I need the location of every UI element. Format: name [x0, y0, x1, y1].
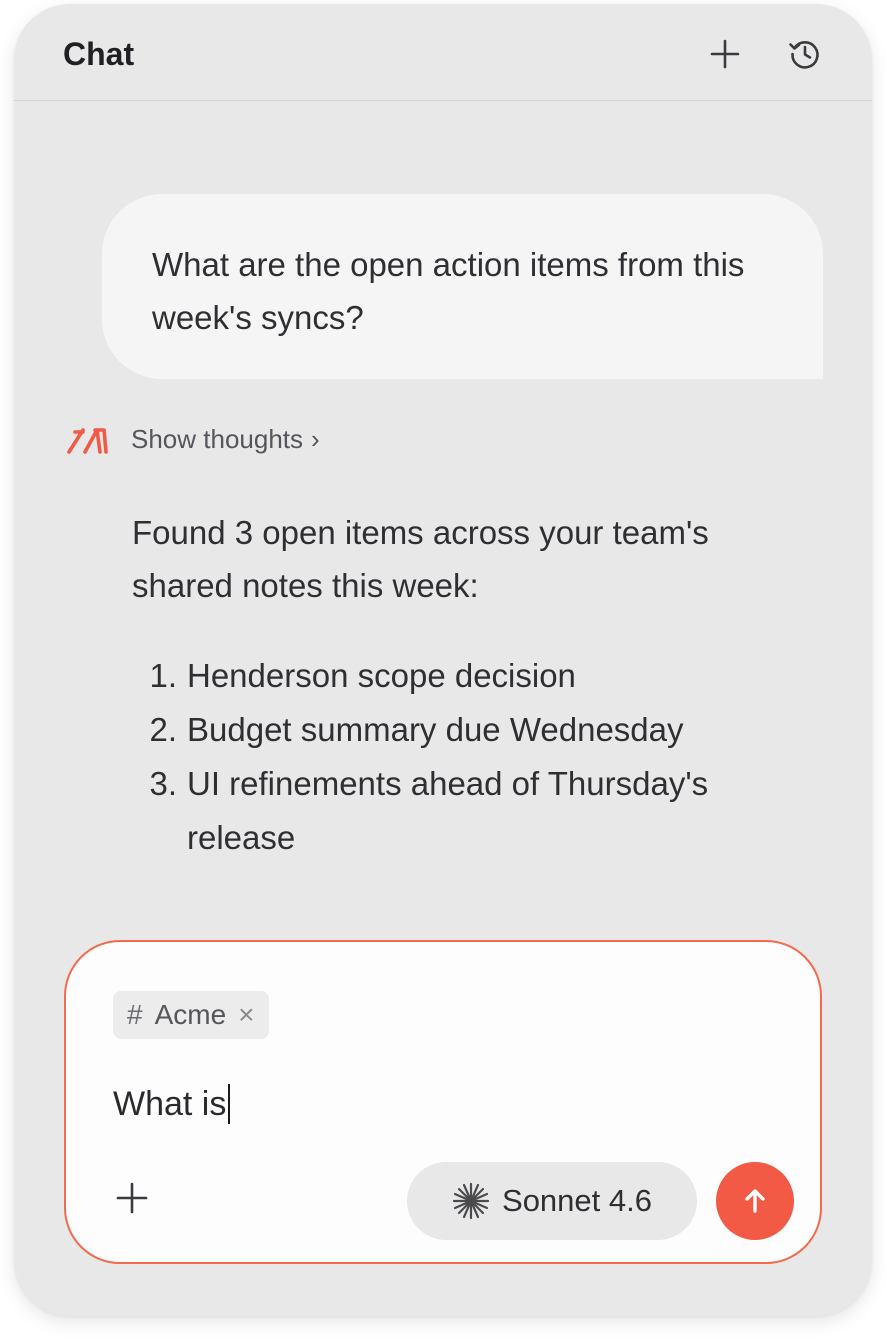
list-item-number: 3.	[149, 765, 177, 802]
list-item-number: 2.	[149, 711, 177, 748]
hash-icon: #	[127, 999, 143, 1030]
list-item-text: Henderson scope decision	[187, 657, 576, 694]
arrow-up-icon	[745, 1189, 765, 1213]
add-attachment-button[interactable]	[114, 1180, 150, 1216]
new-chat-button[interactable]	[705, 34, 745, 74]
context-chip[interactable]: # Acme ×	[113, 991, 269, 1039]
show-thoughts-toggle[interactable]: Show thoughts ›	[66, 424, 320, 455]
history-icon	[789, 41, 819, 69]
chat-header: Chat	[14, 4, 872, 101]
model-label: Sonnet 4.6	[502, 1183, 652, 1218]
page-title: Chat	[63, 36, 135, 72]
model-selector-button[interactable]: Sonnet 4.6	[407, 1162, 697, 1240]
chat-panel: Chat What are the open action items from…	[14, 4, 872, 1316]
plus-icon	[710, 39, 740, 69]
list-item-text: UI refinements ahead of Thursday's relea…	[187, 765, 709, 856]
show-thoughts-label: Show thoughts	[131, 424, 304, 454]
history-button[interactable]	[785, 34, 825, 74]
assistant-answer-intro: Found 3 open items across your team's sh…	[132, 514, 709, 604]
plus-icon	[116, 1182, 148, 1214]
context-chip-label: Acme	[154, 999, 227, 1030]
assistant-logo-icon	[67, 427, 108, 454]
close-icon[interactable]: ×	[238, 999, 254, 1031]
list-item: 3. UI refinements ahead of Thursday's re…	[132, 757, 812, 865]
message-input[interactable]: What is	[113, 1084, 231, 1124]
text-caret	[228, 1084, 231, 1124]
message-input-value: What is	[113, 1084, 227, 1123]
user-message-bubble: What are the open action items from this…	[102, 194, 823, 379]
action-items-list: 1. Henderson scope decision 2. Budget su…	[132, 649, 812, 865]
sparkle-icon	[452, 1182, 490, 1220]
chevron-right-icon: ›	[311, 424, 320, 454]
list-item: 2. Budget summary due Wednesday	[132, 703, 812, 757]
message-composer: # Acme × What is Sonnet 4.6	[64, 940, 822, 1264]
send-button[interactable]	[716, 1162, 794, 1240]
user-message-text: What are the open action items from this…	[152, 246, 745, 336]
list-item: 1. Henderson scope decision	[132, 649, 812, 703]
list-item-text: Budget summary due Wednesday	[187, 711, 684, 748]
list-item-number: 1.	[149, 657, 177, 694]
